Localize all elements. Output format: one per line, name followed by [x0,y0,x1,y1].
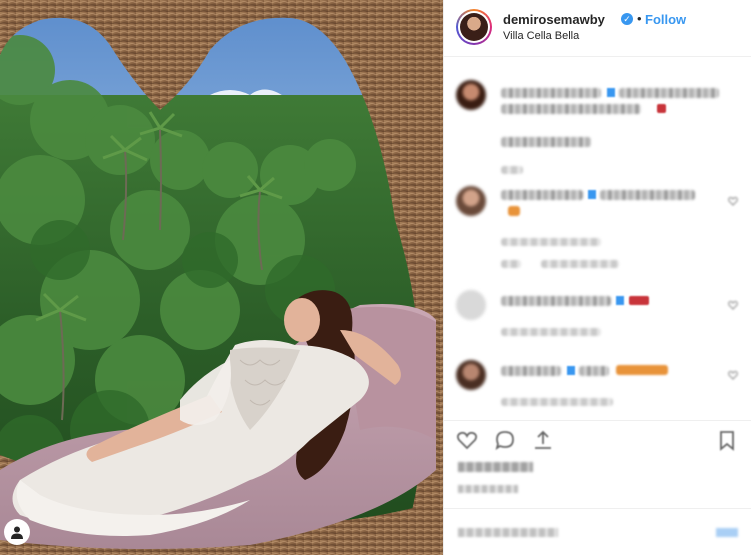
likes-count[interactable] [458,462,533,472]
verified-badge-icon [607,88,615,97]
heart-icon[interactable] [728,370,738,380]
comment-button[interactable] [494,429,516,451]
post-comment-button[interactable] [716,528,738,537]
heart-icon [456,431,478,450]
comment-text [600,190,695,200]
story-ring[interactable] [456,9,492,45]
mention-link[interactable] [501,137,591,147]
comment-input[interactable] [458,528,558,537]
comment-meta [501,328,601,336]
avatar [460,13,488,41]
separator-dot: • [637,11,642,26]
emoji [616,365,668,375]
comment-text [501,190,583,200]
comment-text [501,366,561,376]
post-header: demirosemawby ✓ • Follow Villa Cella Bel… [444,0,751,57]
follow-button[interactable]: Follow [645,12,686,27]
comment-icon [495,431,514,451]
username-link[interactable]: demirosemawby [503,12,605,27]
emoji [657,104,666,113]
post-image [0,0,443,555]
comment-text [501,88,601,98]
avatar[interactable] [456,360,486,390]
comment-meta [501,238,601,246]
heart-icon[interactable] [728,196,738,206]
verified-badge-icon [616,296,624,305]
view-replies-button[interactable] [541,260,619,268]
emoji [629,296,649,305]
post-photo[interactable] [0,0,443,555]
share-button[interactable] [532,429,554,451]
comment-meta [501,398,613,406]
view-replies-line[interactable] [501,260,521,268]
user-icon [11,526,23,539]
comment-text [501,104,641,114]
save-button[interactable] [716,429,738,451]
verified-badge-icon [588,190,596,199]
verified-badge-icon: ✓ [621,13,633,25]
share-icon [535,430,551,449]
emoji [508,206,520,216]
comments-list [444,58,751,418]
post-side-panel: demirosemawby ✓ • Follow Villa Cella Bel… [443,0,751,555]
comment-text [619,88,719,98]
like-button[interactable] [456,429,478,451]
avatar[interactable] [456,290,486,320]
heart-icon[interactable] [728,300,738,310]
bookmark-icon [720,431,734,451]
add-comment-bar [444,508,751,555]
comment-text [579,366,609,376]
tagged-user-icon[interactable] [4,519,30,545]
verified-badge-icon [567,366,575,375]
comment-text [501,296,611,306]
comment-time [501,166,523,174]
post-date [458,485,518,493]
avatar[interactable] [456,80,486,110]
avatar[interactable] [456,186,486,216]
action-bar [444,420,751,460]
location-link[interactable]: Villa Cella Bella [503,30,579,42]
